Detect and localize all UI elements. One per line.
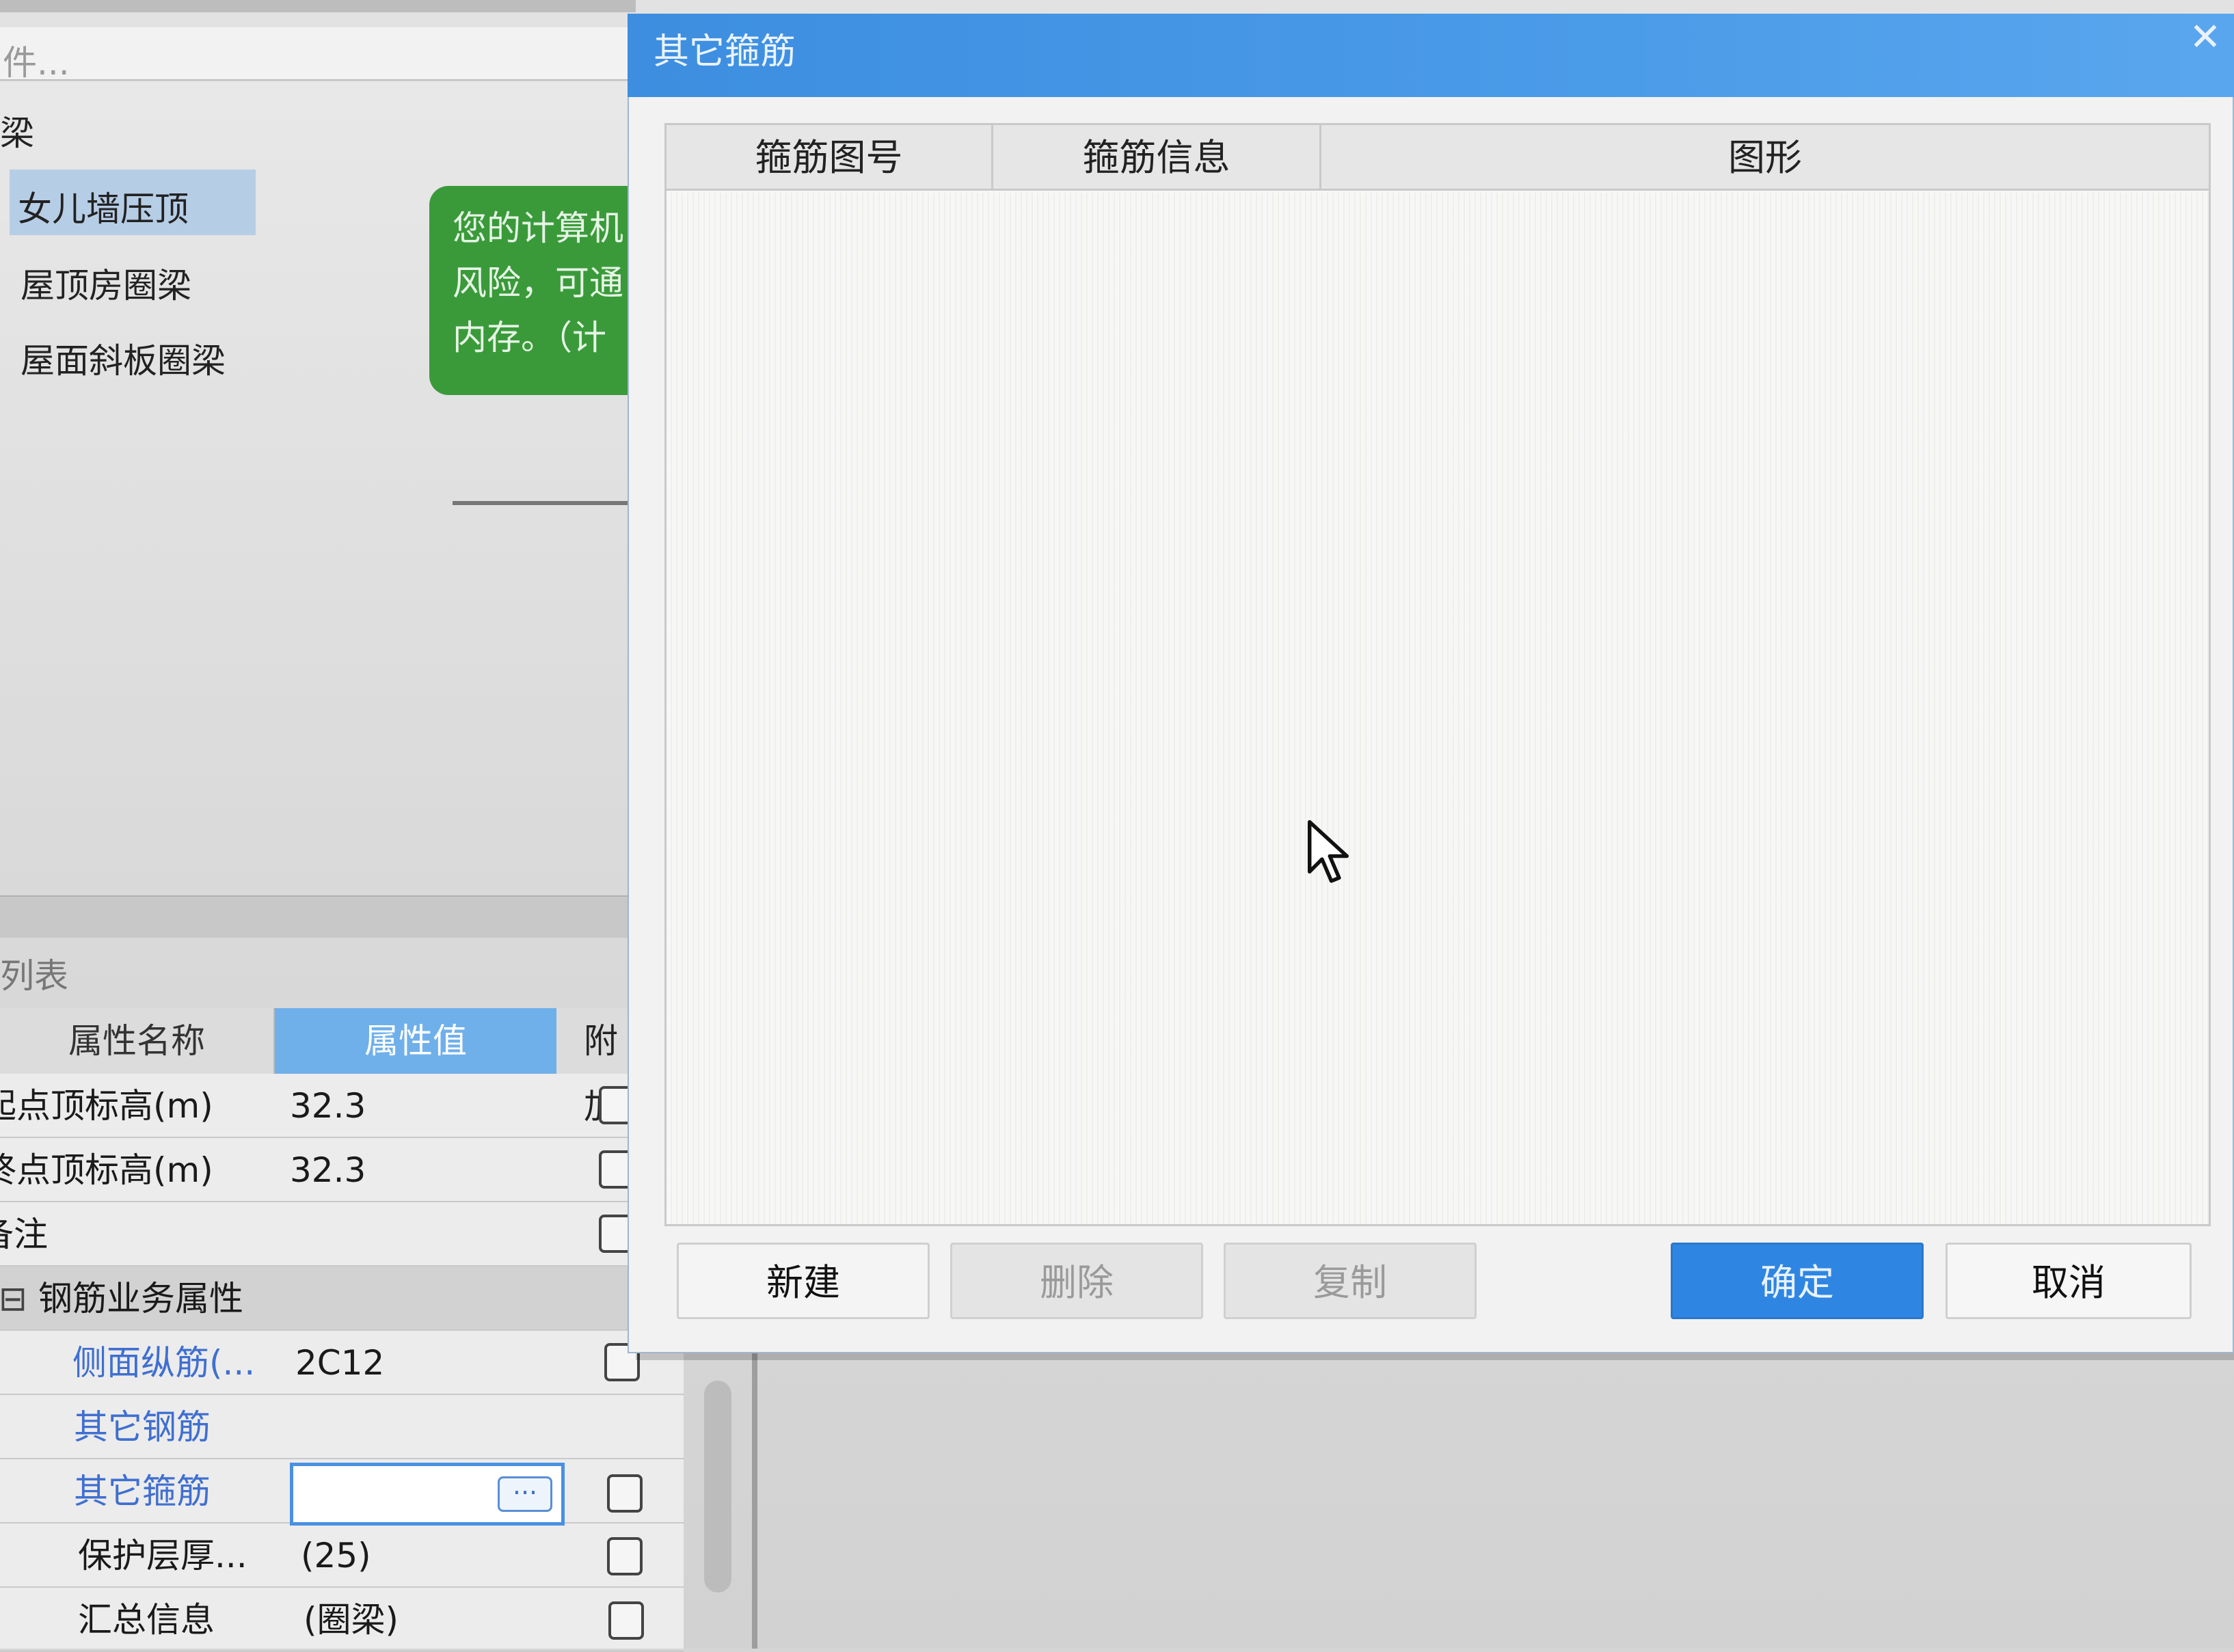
- property-value[interactable]: 32.3: [290, 1074, 366, 1138]
- panel-splitter[interactable]: [0, 895, 636, 938]
- stirrup-table-body[interactable]: [667, 193, 2209, 1224]
- additional-checkbox[interactable]: [608, 1601, 644, 1640]
- property-group-name: 钢筋业务属性: [38, 1279, 243, 1318]
- property-value[interactable]: 2C12: [295, 1331, 384, 1395]
- column-header-stirrup-info[interactable]: 箍筋信息: [993, 125, 1321, 191]
- tree-item-roof-slope-ring-beam[interactable]: 屋面斜板圈梁: [21, 334, 226, 383]
- property-grid-scrollbar[interactable]: [704, 1381, 731, 1593]
- property-name: 起点顶标高(m): [0, 1086, 213, 1126]
- property-name: 终点顶标高(m): [0, 1150, 213, 1190]
- dialog-title: 其它箍筋: [654, 31, 796, 72]
- additional-checkbox[interactable]: [607, 1474, 643, 1513]
- property-name: 其它箍筋: [74, 1472, 211, 1511]
- property-value[interactable]: (25): [301, 1524, 371, 1588]
- property-row[interactable]: 侧面纵筋(... 2C12: [0, 1331, 684, 1395]
- property-row[interactable]: 其它钢筋: [0, 1395, 684, 1459]
- tree-root-label[interactable]: 梁: [0, 106, 34, 155]
- column-header-stirrup-number[interactable]: 箍筋图号: [667, 125, 993, 191]
- property-group-row[interactable]: ⊟ 钢筋业务属性: [0, 1267, 684, 1331]
- panel-divider: [453, 501, 637, 505]
- background-toolbar-strip: [0, 0, 636, 12]
- ellipsis-icon[interactable]: ···: [498, 1476, 552, 1512]
- tip-line: 风险，可通: [453, 263, 623, 303]
- header-property-value: 属性值: [275, 1008, 556, 1074]
- property-row[interactable]: 备注: [0, 1202, 684, 1267]
- close-icon[interactable]: ✕: [2185, 14, 2226, 62]
- tip-line: 内存。（计: [453, 318, 606, 357]
- tree-item-parapet-coping[interactable]: 女儿墙压顶: [18, 182, 189, 231]
- copy-button[interactable]: 复制: [1224, 1243, 1477, 1319]
- header-property-name: 属性名称: [0, 1008, 275, 1074]
- property-row[interactable]: 终点顶标高(m) 32.3: [0, 1138, 684, 1202]
- cancel-button[interactable]: 取消: [1946, 1243, 2192, 1319]
- property-name: 侧面纵筋(...: [72, 1343, 256, 1383]
- collapse-icon[interactable]: ⊟: [0, 1267, 27, 1331]
- property-name: 保护层厚...: [78, 1536, 247, 1575]
- property-value[interactable]: 32.3: [290, 1138, 366, 1202]
- mouse-cursor-icon: [1308, 820, 1349, 883]
- property-name: 汇总信息: [78, 1600, 215, 1640]
- header-additional: 附加: [556, 1008, 638, 1126]
- component-search-input[interactable]: 件...: [0, 27, 629, 83]
- property-name: 其它钢筋: [74, 1407, 211, 1447]
- ok-button[interactable]: 确定: [1671, 1243, 1924, 1319]
- panel-border: [752, 1353, 757, 1649]
- delete-button[interactable]: 删除: [950, 1243, 1203, 1319]
- dialog-title-bar[interactable]: [628, 14, 2234, 97]
- new-button[interactable]: 新建: [677, 1243, 930, 1319]
- property-row[interactable]: 起点顶标高(m) 32.3: [0, 1074, 684, 1138]
- memory-warning-tooltip: 您的计算机 风险，可通 内存。（计: [429, 186, 648, 395]
- property-list-title: 列表: [0, 956, 68, 996]
- tip-line: 您的计算机: [453, 208, 623, 248]
- property-row[interactable]: 保护层厚... (25): [0, 1524, 684, 1588]
- column-header-shape[interactable]: 图形: [1321, 125, 2209, 191]
- property-value[interactable]: (圈梁): [304, 1588, 399, 1652]
- property-name: 备注: [0, 1215, 48, 1254]
- property-row[interactable]: 汇总信息 (圈梁): [0, 1588, 684, 1652]
- tree-item-roof-house-ring-beam[interactable]: 屋顶房圈梁: [21, 258, 191, 308]
- additional-checkbox[interactable]: [607, 1537, 643, 1575]
